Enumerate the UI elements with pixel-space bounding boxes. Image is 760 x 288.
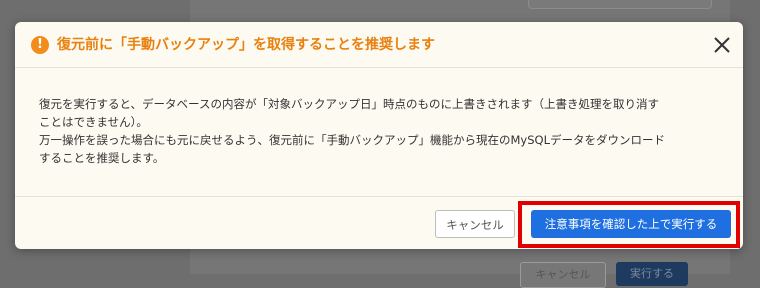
background-execute-button: 実行する bbox=[616, 262, 688, 286]
background-top-element bbox=[528, 0, 712, 9]
dialog-body: 復元を実行すると、データベースの内容が「対象バックアップ日」時点のものに上書きさ… bbox=[39, 95, 729, 167]
cancel-button[interactable]: キャンセル bbox=[435, 210, 515, 238]
body-line: 万一操作を誤った場合にも元に戻せるよう、復元前に「手動バックアップ」機能から現在… bbox=[39, 133, 665, 147]
dialog-header: ! 復元前に「手動バックアップ」を取得することを推奨します bbox=[15, 22, 743, 68]
confirm-execute-button[interactable]: 注意事項を確認した上で実行する bbox=[531, 210, 731, 238]
body-line: ことはできません）。 bbox=[39, 115, 148, 129]
body-line: することを推奨します。 bbox=[39, 151, 165, 165]
restore-confirm-dialog: ! 復元前に「手動バックアップ」を取得することを推奨します 復元を実行すると、デ… bbox=[15, 22, 743, 249]
background-cancel-button: キャンセル bbox=[520, 262, 606, 288]
dialog-title: 復元前に「手動バックアップ」を取得することを推奨します bbox=[57, 37, 435, 53]
close-icon[interactable] bbox=[711, 34, 733, 56]
warning-icon: ! bbox=[31, 36, 49, 54]
dialog-footer: キャンセル 注意事項を確認した上で実行する bbox=[15, 196, 743, 249]
body-line: 復元を実行すると、データベースの内容が「対象バックアップ日」時点のものに上書きさ… bbox=[39, 97, 659, 111]
